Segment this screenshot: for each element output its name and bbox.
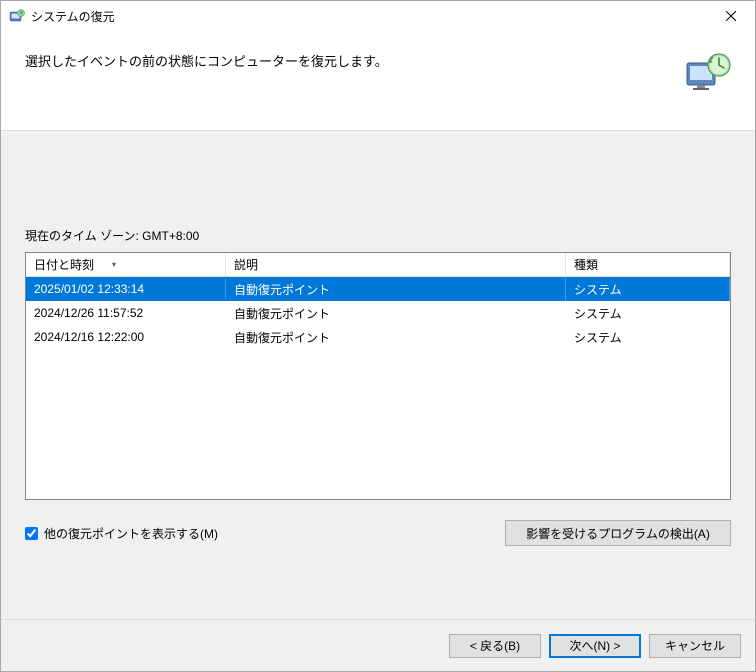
table-row[interactable]: 2024/12/26 11:57:52自動復元ポイントシステム <box>26 301 730 325</box>
window-title: システムの復元 <box>31 8 709 25</box>
sort-descending-icon: ▾ <box>112 260 116 269</box>
cell-description: 自動復元ポイント <box>226 278 566 301</box>
titlebar: システムの復元 <box>1 1 755 31</box>
cell-date: 2024/12/16 12:22:00 <box>26 327 226 347</box>
column-header-desc-label: 説明 <box>234 256 258 273</box>
column-header-date[interactable]: 日付と時刻 ▾ <box>26 253 226 276</box>
column-header-type[interactable]: 種類 <box>566 253 730 276</box>
restore-points-table: 日付と時刻 ▾ 説明 種類 2025/01/02 12:33:14自動復元ポイン… <box>25 252 731 500</box>
table-row[interactable]: 2025/01/02 12:33:14自動復元ポイントシステム <box>26 277 730 301</box>
table-row[interactable]: 2024/12/16 12:22:00自動復元ポイントシステム <box>26 325 730 349</box>
header-panel: 選択したイベントの前の状態にコンピューターを復元します。 <box>1 31 755 131</box>
header-description: 選択したイベントの前の状態にコンピューターを復元します。 <box>25 49 673 70</box>
column-header-description[interactable]: 説明 <box>226 253 566 276</box>
close-button[interactable] <box>709 2 753 30</box>
next-button[interactable]: 次へ(N) > <box>549 634 641 658</box>
cell-description: 自動復元ポイント <box>226 326 566 349</box>
table-body: 2025/01/02 12:33:14自動復元ポイントシステム2024/12/2… <box>26 277 730 349</box>
system-restore-window: システムの復元 選択したイベントの前の状態にコンピューターを復元します。 <box>0 0 756 672</box>
show-more-label: 他の復元ポイントを表示する(M) <box>44 525 218 542</box>
cell-type: システム <box>566 326 730 349</box>
timezone-label: 現在のタイム ゾーン: GMT+8:00 <box>25 227 731 244</box>
cell-type: システム <box>566 278 730 301</box>
back-button[interactable]: < 戻る(B) <box>449 634 541 658</box>
cell-description: 自動復元ポイント <box>226 302 566 325</box>
scan-affected-programs-button[interactable]: 影響を受けるプログラムの検出(A) <box>505 520 731 546</box>
column-header-type-label: 種類 <box>574 256 598 273</box>
cell-date: 2024/12/26 11:57:52 <box>26 303 226 323</box>
system-restore-icon <box>9 8 25 24</box>
system-restore-large-icon <box>683 49 731 97</box>
cancel-button[interactable]: キャンセル <box>649 634 741 658</box>
cell-date: 2025/01/02 12:33:14 <box>26 279 226 299</box>
column-header-date-label: 日付と時刻 <box>34 256 94 273</box>
show-more-checkbox-wrap[interactable]: 他の復元ポイントを表示する(M) <box>25 525 218 542</box>
below-table-row: 他の復元ポイントを表示する(M) 影響を受けるプログラムの検出(A) <box>25 520 731 546</box>
body-panel: 現在のタイム ゾーン: GMT+8:00 日付と時刻 ▾ 説明 種類 2025/… <box>1 131 755 619</box>
show-more-checkbox[interactable] <box>25 527 38 540</box>
cell-type: システム <box>566 302 730 325</box>
table-header: 日付と時刻 ▾ 説明 種類 <box>26 253 730 277</box>
footer: < 戻る(B) 次へ(N) > キャンセル <box>1 619 755 671</box>
